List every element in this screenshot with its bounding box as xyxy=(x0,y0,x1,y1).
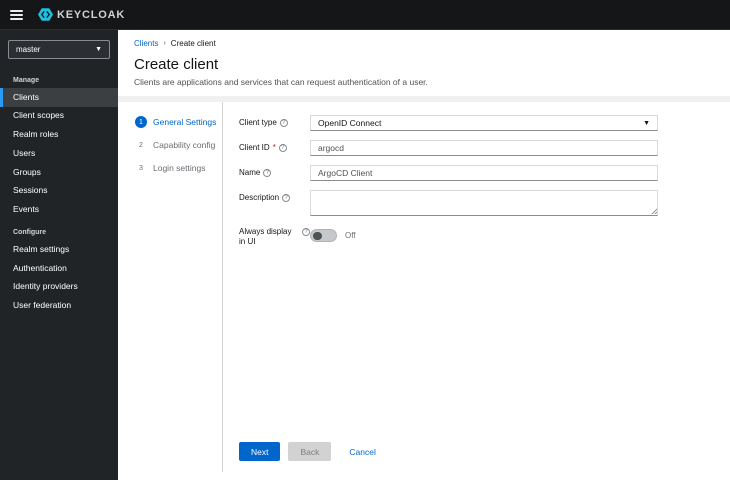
client-id-input[interactable] xyxy=(310,140,658,156)
sidebar-item-users[interactable]: Users xyxy=(0,144,118,163)
breadcrumb-separator-icon: › xyxy=(163,40,166,47)
nav-section-manage: Manage xyxy=(13,77,40,84)
back-button[interactable]: Back xyxy=(288,442,332,461)
nav-section-configure: Configure xyxy=(13,229,47,237)
sidebar-item-clients[interactable]: Clients xyxy=(0,88,118,107)
step-number: 3 xyxy=(139,164,143,172)
create-client-wizard: 1 General Settings 2 Capability config 3… xyxy=(118,102,730,480)
always-display-label: Always display in UI ? xyxy=(239,225,310,246)
page-title: Create client xyxy=(134,56,219,73)
toggle-state-label: Off xyxy=(345,231,356,241)
keycloak-logo-icon xyxy=(38,8,53,21)
chevron-down-icon: ▼ xyxy=(95,46,102,53)
help-icon[interactable]: ? xyxy=(302,227,310,236)
form-row-client-type: Client type ? OpenID Connect ▼ xyxy=(239,115,730,131)
sidebar-item-client-scopes[interactable]: Client scopes xyxy=(0,107,118,126)
client-id-label: Client ID * ? xyxy=(239,140,310,156)
description-label: Description ? xyxy=(239,190,310,216)
brand-title: KEYCLOAK xyxy=(57,8,126,21)
select-caret-icon: ▼ xyxy=(643,119,650,127)
always-display-toggle[interactable] xyxy=(310,229,337,243)
form-row-always-display: Always display in UI ? Off xyxy=(239,225,730,246)
realm-selector[interactable]: master ▼ xyxy=(8,40,110,59)
help-icon[interactable]: ? xyxy=(263,168,272,177)
client-type-label: Client type ? xyxy=(239,115,310,131)
wizard-steps-nav: 1 General Settings 2 Capability config 3… xyxy=(118,102,222,480)
step-number: 2 xyxy=(139,141,143,149)
next-button[interactable]: Next xyxy=(239,442,281,461)
name-input[interactable] xyxy=(310,165,658,181)
keycloak-brand: KEYCLOAK xyxy=(38,7,125,22)
sidebar-item-events[interactable]: Events xyxy=(0,201,118,220)
help-icon[interactable]: ? xyxy=(279,118,288,127)
description-textarea[interactable] xyxy=(310,190,658,216)
sidebar-item-realm-roles[interactable]: Realm roles xyxy=(0,126,118,145)
breadcrumb-current: Create client xyxy=(170,39,216,48)
wizard-footer: Next Back Cancel xyxy=(239,442,380,461)
page-subtitle: Clients are applications and services th… xyxy=(134,77,428,87)
sidebar: master ▼ Manage Clients Client scopes Re… xyxy=(0,30,118,480)
form-row-name: Name ? xyxy=(239,165,730,181)
wizard-form-pane: Client type ? OpenID Connect ▼ Client ID… xyxy=(222,102,730,472)
realm-selector-value: master xyxy=(16,45,41,54)
hamburger-icon[interactable] xyxy=(10,9,23,20)
step-number-badge: 1 xyxy=(135,116,147,128)
form-row-description: Description ? xyxy=(239,190,730,216)
form-row-client-id: Client ID * ? xyxy=(239,140,730,156)
name-label: Name ? xyxy=(239,165,310,181)
cancel-button[interactable]: Cancel xyxy=(345,442,379,461)
sidebar-item-user-federation[interactable]: User federation xyxy=(0,297,118,316)
breadcrumb: Clients › Create client xyxy=(134,39,714,48)
main-content: Clients › Create client Create client Cl… xyxy=(118,30,730,480)
help-icon[interactable]: ? xyxy=(278,143,287,152)
page-header: Clients › Create client Create client Cl… xyxy=(118,30,730,96)
sidebar-item-sessions[interactable]: Sessions xyxy=(0,182,118,201)
toggle-knob xyxy=(313,231,322,241)
sidebar-item-identity-providers[interactable]: Identity providers xyxy=(0,278,118,297)
required-asterisk: * xyxy=(272,143,276,152)
breadcrumb-clients-link[interactable]: Clients xyxy=(134,39,158,48)
sidebar-item-groups[interactable]: Groups xyxy=(0,163,118,182)
wizard-step-login-settings[interactable]: 3 Login settings xyxy=(135,162,222,174)
wizard-step-general-settings[interactable]: 1 General Settings xyxy=(135,116,222,128)
top-bar: KEYCLOAK xyxy=(0,0,730,30)
client-type-select[interactable]: OpenID Connect ▼ xyxy=(310,115,658,131)
help-icon[interactable]: ? xyxy=(282,193,291,202)
wizard-step-capability-config[interactable]: 2 Capability config xyxy=(135,139,222,151)
client-type-value: OpenID Connect xyxy=(318,118,382,128)
sidebar-item-authentication[interactable]: Authentication xyxy=(0,259,118,278)
sidebar-item-realm-settings[interactable]: Realm settings xyxy=(0,240,118,259)
